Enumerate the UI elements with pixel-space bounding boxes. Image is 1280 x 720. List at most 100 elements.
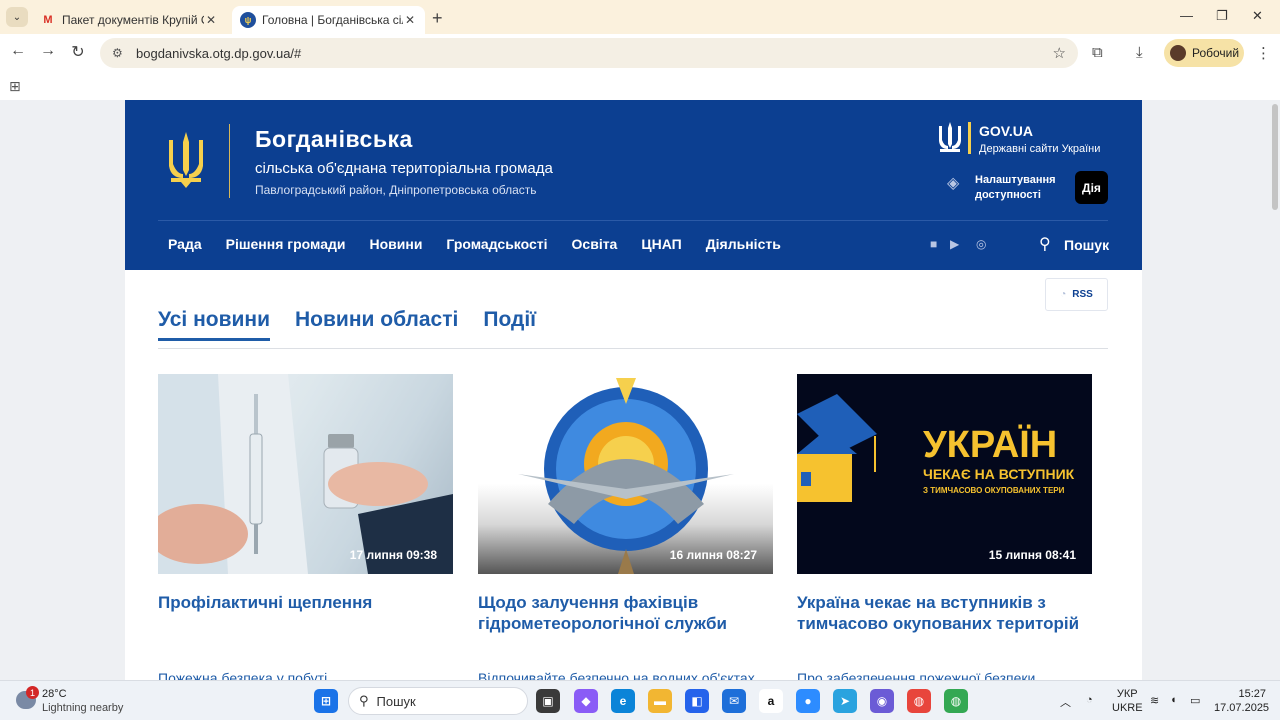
- news-card[interactable]: 16 липня 08:27 Щодо залучення фахівців г…: [478, 374, 773, 634]
- search-icon: ⚲: [359, 693, 369, 708]
- gmail-icon: M: [43, 14, 53, 26]
- wifi-icon[interactable]: ≋: [1150, 694, 1159, 707]
- close-window-icon[interactable]: ✕: [1252, 8, 1263, 24]
- amazon-icon[interactable]: a: [759, 689, 783, 713]
- tray-app-icon[interactable]: ◔: [1086, 694, 1093, 706]
- browser-tab-active[interactable]: ψ Головна | Богданівська сільськ ✕: [232, 6, 425, 34]
- address-bar[interactable]: ⚙ bogdanivska.otg.dp.gov.ua/# ☆: [100, 38, 1078, 68]
- page-scrollbar[interactable]: [1272, 104, 1278, 210]
- rss-button[interactable]: ◔ RSS: [1045, 278, 1108, 311]
- gov-trident-icon[interactable]: [938, 120, 962, 154]
- close-tab-icon[interactable]: ✕: [204, 13, 218, 27]
- news-date: 15 липня 08:41: [988, 548, 1076, 562]
- diia-button[interactable]: Дія: [1075, 171, 1108, 204]
- download-icon[interactable]: ⤓: [1136, 44, 1143, 61]
- clock-date: 17.07.2025: [1214, 702, 1270, 714]
- search-icon[interactable]: ⚲: [1039, 234, 1051, 254]
- tray-overflow-icon[interactable]: ︿: [1060, 694, 1071, 710]
- news-image-emblem[interactable]: 16 липня 08:27: [478, 374, 773, 574]
- header-rule: [158, 220, 1108, 221]
- windows-taskbar: 1 28°C Lightning nearby ⊞ ⚲ Пошук ▣ ◆ e …: [0, 680, 1280, 720]
- site-subtitle: сільська об'єднана територіальна громада: [255, 160, 553, 177]
- tab-events[interactable]: Події: [483, 308, 536, 341]
- search-button[interactable]: Пошук: [1064, 237, 1109, 253]
- menu-item-news[interactable]: Новини: [369, 236, 422, 252]
- windows-start-icon[interactable]: ⊞: [314, 689, 338, 713]
- next-news-title[interactable]: Відпочивайте безпечно на водних об'єктах: [478, 670, 773, 680]
- clock[interactable]: 15:27 17.07.2025: [1214, 687, 1270, 715]
- chrome-profile-icon[interactable]: ◍: [944, 689, 968, 713]
- facebook-icon[interactable]: ■: [930, 237, 937, 251]
- menu-item-decisions[interactable]: Рішення громади: [226, 236, 346, 252]
- hydromet-emblem-illustration: [518, 378, 734, 574]
- bookmark-star-icon[interactable]: ☆: [1053, 44, 1066, 62]
- menu-item-public[interactable]: Громадськості: [446, 236, 547, 252]
- news-card[interactable]: УКРАЇН ЧЕКАЄ НА ВСТУПНИК З ТИМЧАСОВО ОКУ…: [797, 374, 1092, 634]
- file-explorer-icon[interactable]: ▬: [648, 689, 672, 713]
- avatar: [1170, 45, 1186, 61]
- new-tab-icon[interactable]: +: [432, 8, 443, 29]
- taskbar-search[interactable]: ⚲ Пошук: [348, 687, 528, 715]
- profile-button[interactable]: Робочий: [1164, 39, 1244, 67]
- banner-small-text: З ТИМЧАСОВО ОКУПОВАНИХ ТЕРИ: [923, 486, 1065, 495]
- store-icon[interactable]: ◧: [685, 689, 709, 713]
- browser-tab-gmail[interactable]: M Пакет документів Крупій Окса ✕: [32, 6, 226, 34]
- tab-search-button[interactable]: ⌄: [6, 7, 28, 27]
- banner-big-text: УКРАЇН: [923, 424, 1058, 466]
- rss-icon: ◔: [1060, 289, 1067, 300]
- more-menu-icon[interactable]: ⋮: [1256, 44, 1271, 62]
- close-tab-icon[interactable]: ✕: [403, 13, 417, 27]
- weather-badge: 1: [26, 686, 39, 699]
- accessibility-settings-link[interactable]: Налаштування доступності: [975, 173, 1056, 203]
- weather-temp[interactable]: 28°C: [42, 688, 67, 700]
- news-title[interactable]: Профілактичні щеплення: [158, 592, 453, 613]
- news-date: 17 липня 09:38: [349, 548, 437, 562]
- site-info-icon[interactable]: ⚙: [112, 46, 126, 60]
- task-view-icon[interactable]: ▣: [536, 689, 560, 713]
- site-title[interactable]: Богданівська: [255, 126, 413, 153]
- next-news-title[interactable]: Про забезпечення пожежної безпеки: [797, 670, 1092, 680]
- copilot-icon[interactable]: ◆: [574, 689, 598, 713]
- tab-all-news[interactable]: Усі новини: [158, 308, 271, 341]
- reload-icon[interactable]: ↻: [68, 42, 88, 62]
- telegram-icon[interactable]: ➤: [833, 689, 857, 713]
- next-news-title[interactable]: Пожежна безпека у побуті: [158, 670, 453, 680]
- edge-icon[interactable]: e: [611, 689, 635, 713]
- menu-item-activity[interactable]: Діяльність: [706, 236, 781, 252]
- trident-logo-icon[interactable]: [167, 130, 205, 190]
- forward-arrow-icon[interactable]: →: [38, 42, 58, 60]
- tab-title: Пакет документів Крупій Окса: [62, 13, 204, 27]
- volume-icon[interactable]: ◖: [1170, 694, 1177, 706]
- tab-region-news[interactable]: Новини області: [295, 308, 458, 341]
- site-header: Богданівська сільська об'єднана територі…: [125, 100, 1142, 270]
- gov-ua-subtitle: Державні сайти України: [979, 143, 1101, 155]
- zoom-icon[interactable]: ●: [796, 689, 820, 713]
- news-image-vaccine[interactable]: 17 липня 09:38: [158, 374, 453, 574]
- office-icon[interactable]: ◉: [870, 689, 894, 713]
- apps-grid-icon[interactable]: ⊞: [9, 78, 21, 95]
- news-card[interactable]: 17 липня 09:38 Профілактичні щеплення: [158, 374, 453, 613]
- weather-desc[interactable]: Lightning nearby: [42, 702, 123, 714]
- news-image-applicants[interactable]: УКРАЇН ЧЕКАЄ НА ВСТУПНИК З ТИМЧАСОВО ОКУ…: [797, 374, 1092, 574]
- news-title[interactable]: Україна чекає на вступників з тимчасово …: [797, 592, 1092, 634]
- accessibility-line1: Налаштування: [975, 174, 1056, 186]
- battery-icon[interactable]: ▭: [1190, 694, 1200, 707]
- back-arrow-icon[interactable]: ←: [8, 42, 28, 60]
- extensions-icon[interactable]: ⧉: [1092, 44, 1103, 61]
- youtube-icon[interactable]: ▶: [950, 237, 959, 251]
- mail-icon[interactable]: ✉: [722, 689, 746, 713]
- news-tabs: Усі новини Новини області Події: [158, 308, 561, 341]
- chrome-icon[interactable]: ◍: [907, 689, 931, 713]
- main-menu: Рада Рішення громади Новини Громадськост…: [168, 236, 805, 252]
- language-indicator[interactable]: УКР UKRE: [1112, 687, 1143, 715]
- accessibility-icon[interactable]: ◈: [947, 173, 959, 193]
- trident-icon: ψ: [240, 12, 256, 28]
- minimize-icon[interactable]: —: [1180, 8, 1193, 23]
- gov-ua-title[interactable]: GOV.UA: [979, 123, 1033, 139]
- maximize-icon[interactable]: ❐: [1216, 8, 1228, 24]
- news-title[interactable]: Щодо залучення фахівців гідрометеорологі…: [478, 592, 773, 634]
- menu-item-cnap[interactable]: ЦНАП: [641, 236, 681, 252]
- menu-item-rada[interactable]: Рада: [168, 236, 202, 252]
- instagram-icon[interactable]: ◎: [976, 237, 986, 251]
- menu-item-education[interactable]: Освіта: [572, 236, 618, 252]
